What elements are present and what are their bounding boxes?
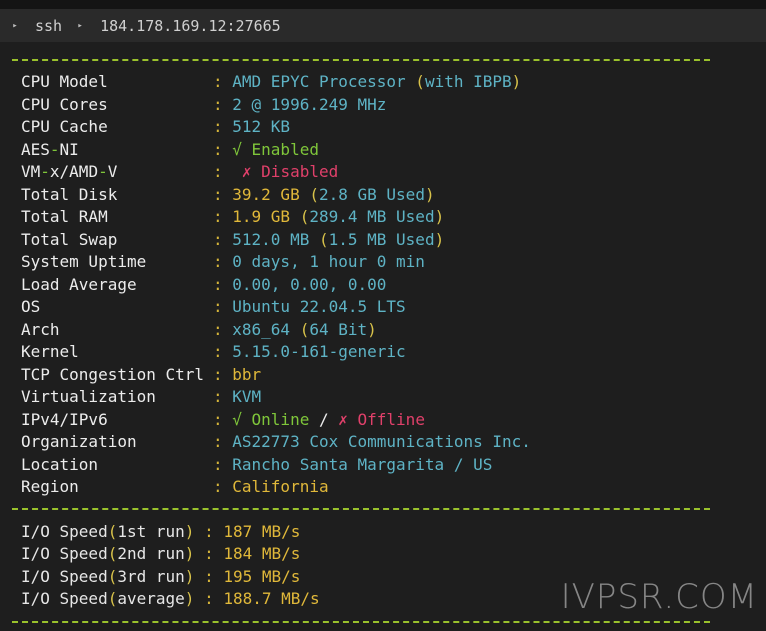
value-virtualization: KVM (232, 387, 262, 406)
label-io-prefix: I/O Speed (21, 521, 108, 541)
label-uptime: System Uptime (21, 252, 147, 271)
row-region: Region: California (21, 476, 329, 499)
divider-bottom (12, 621, 710, 623)
value-os: Ubuntu 22.04.5 LTS (232, 297, 406, 316)
value-ipv4: √ Online (232, 409, 310, 429)
value-cpu-model-extra: with IBPB (424, 72, 512, 91)
value-tcp-congestion: bbr (232, 364, 262, 384)
label-io-run2: 2nd run (117, 544, 185, 563)
row-kernel: Kernel: 5.15.0-161-generic (21, 341, 406, 364)
value-vmx: ✗ Disabled (241, 162, 339, 181)
label-cpu-cores: CPU Cores (21, 94, 108, 114)
value-organization: AS22773 Cox Communications Inc. (232, 432, 531, 451)
tab-host-address[interactable]: 184.178.169.12:27665 (100, 17, 281, 35)
label-aes-ni: AES-NI (21, 139, 79, 159)
value-io-run2: 184 MB/s (223, 544, 301, 563)
chevron-right-icon: ▸ (77, 20, 83, 31)
label-os: OS (21, 297, 41, 316)
tab-ssh[interactable]: ssh (35, 17, 62, 35)
label-location: Location (21, 454, 99, 474)
row-load-average: Load Average: 0.00, 0.00, 0.00 (21, 274, 386, 297)
label-io-run3: 3rd run (117, 566, 185, 586)
label-total-disk: Total Disk (21, 184, 118, 204)
value-load-average: 0.00, 0.00, 0.00 (232, 274, 387, 294)
row-location: Location: Rancho Santa Margarita / US (21, 454, 492, 477)
value-aes-ni: √ Enabled (232, 139, 319, 159)
label-io-prefix: I/O Speed (21, 566, 108, 586)
row-total-swap: Total Swap: 512.0 MB (1.5 MB Used) (21, 229, 444, 252)
label-cpu-model: CPU Model (21, 72, 108, 91)
label-organization: Organization (21, 432, 137, 451)
label-kernel: Kernel (21, 342, 79, 361)
value-total-ram: 1.9 GB (232, 207, 291, 226)
row-organization: Organization: AS22773 Cox Communications… (21, 431, 531, 454)
value-uptime: 0 days, 1 hour 0 min (232, 252, 425, 271)
row-virtualization: Virtualization: KVM (21, 386, 261, 409)
label-io-prefix: I/O Speed (21, 544, 108, 563)
label-ip: IPv4/IPv6 (21, 409, 108, 429)
window-top-strip (0, 0, 766, 9)
label-cpu-cache: CPU Cache (21, 117, 108, 136)
value-location: Rancho Santa Margarita / US (232, 454, 493, 474)
label-total-swap: Total Swap (21, 229, 118, 249)
value-total-swap: 512.0 MB (232, 229, 310, 249)
row-tcp-congestion: TCP Congestion Ctrl: bbr (21, 364, 261, 387)
value-kernel: 5.15.0-161-generic (232, 342, 406, 361)
label-virtualization: Virtualization (21, 387, 156, 406)
watermark-logo: IVPSR.COM (560, 577, 758, 617)
label-load-average: Load Average (21, 274, 137, 294)
ip-separator: / (318, 409, 329, 429)
value-cpu-cache: 512 KB (232, 117, 291, 136)
label-total-ram: Total RAM (21, 207, 108, 226)
value-arch-bits: 64 Bit (309, 319, 368, 339)
row-ip: IPv4/IPv6: √ Online / ✗ Offline (21, 409, 425, 432)
label-region: Region (21, 477, 79, 496)
value-region: California (232, 477, 329, 496)
label-vmx: VM-x/AMD-V (21, 162, 118, 181)
value-disk-used: 2.8 GB Used (318, 184, 425, 204)
value-cpu-cores: 2 @ 1996.249 MHz (232, 94, 387, 114)
value-total-disk: 39.2 GB (232, 184, 300, 204)
row-total-disk: Total Disk: 39.2 GB (2.8 GB Used) (21, 184, 435, 207)
terminal-output[interactable]: CPU Model: AMD EPYC Processor (with IBPB… (0, 42, 766, 631)
row-uptime: System Uptime: 0 days, 1 hour 0 min (21, 251, 425, 274)
value-ram-used: 289.4 MB Used (309, 207, 435, 226)
row-total-ram: Total RAM: 1.9 GB (289.4 MB Used) (21, 206, 444, 229)
row-cpu-model: CPU Model: AMD EPYC Processor (with IBPB… (21, 71, 521, 94)
value-arch: x86_64 (232, 319, 291, 339)
breadcrumb-bar: ▸ ssh ▸ 184.178.169.12:27665 (0, 9, 766, 42)
label-io-prefix: I/O Speed (21, 589, 108, 608)
label-arch: Arch (21, 319, 60, 339)
row-cpu-cores: CPU Cores: 2 @ 1996.249 MHz (21, 94, 386, 117)
value-io-run3: 195 MB/s (223, 566, 301, 586)
label-io-run1: 1st run (117, 521, 185, 541)
value-io-run1: 187 MB/s (223, 521, 301, 541)
row-aes-ni: AES-NI: √ Enabled (21, 139, 319, 162)
divider-top (12, 59, 710, 61)
value-ipv6: ✗ Offline (338, 409, 425, 429)
divider-middle (12, 508, 710, 510)
row-io-average: I/O Speed(average) : 188.7 MB/s (21, 589, 320, 608)
row-io-run2: I/O Speed(2nd run) : 184 MB/s (21, 544, 301, 563)
value-io-average: 188.7 MB/s (223, 589, 320, 608)
label-tcp-congestion: TCP Congestion Ctrl (21, 364, 205, 384)
row-cpu-cache: CPU Cache: 512 KB (21, 116, 290, 139)
chevron-right-icon: ▸ (12, 20, 18, 31)
row-arch: Arch: x86_64 (64 Bit) (21, 319, 377, 342)
label-io-average: average (117, 589, 185, 608)
row-io-run3: I/O Speed(3rd run) : 195 MB/s (21, 566, 301, 586)
value-cpu-model: AMD EPYC Processor (232, 72, 406, 91)
row-io-run1: I/O Speed(1st run) : 187 MB/s (21, 521, 301, 541)
value-swap-used: 1.5 MB Used (328, 229, 435, 249)
row-vmx: VM-x/AMD-V: ✗ Disabled (21, 161, 338, 184)
row-os: OS: Ubuntu 22.04.5 LTS (21, 296, 406, 319)
